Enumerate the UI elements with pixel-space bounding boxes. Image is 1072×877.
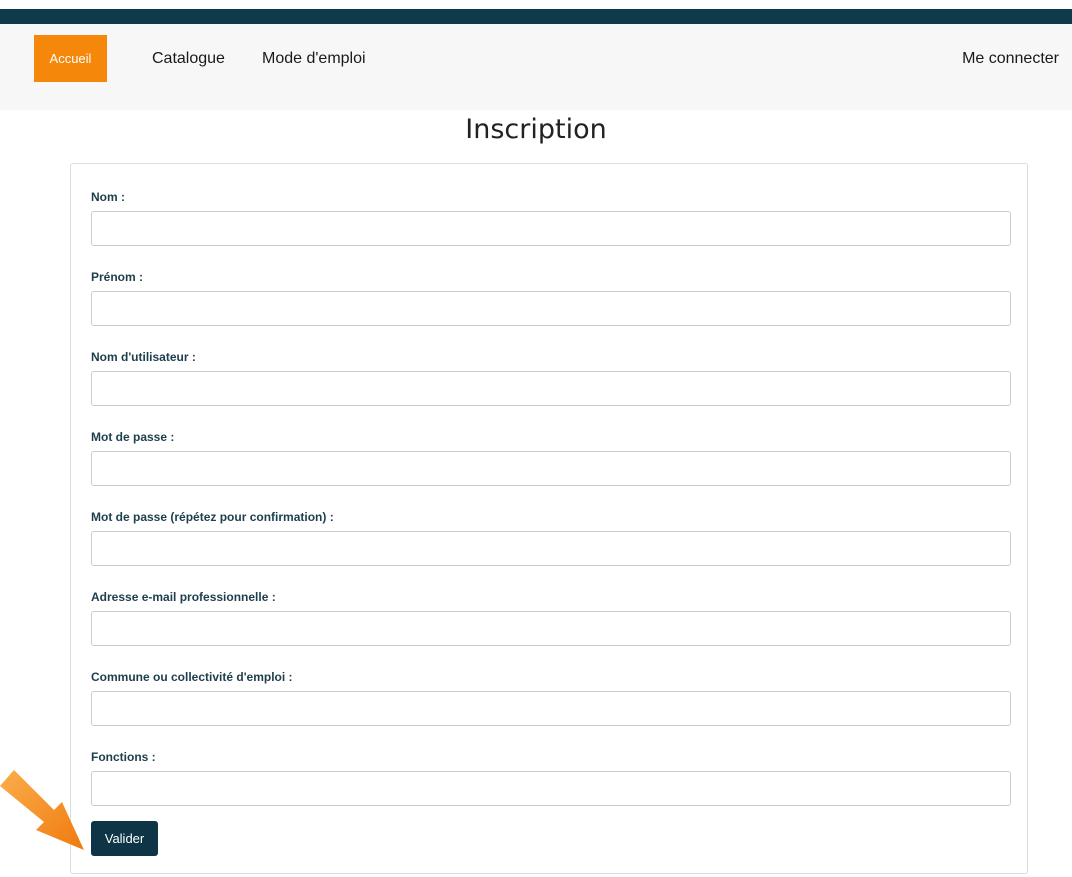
field-label-username: Nom d'utilisateur : [91, 350, 196, 364]
submit-button[interactable]: Valider [91, 821, 158, 856]
field-label-commune: Commune ou collectivité d'emploi : [91, 670, 293, 684]
prenom-input[interactable] [91, 291, 1011, 326]
field-label-password: Mot de passe : [91, 430, 175, 444]
pointer-arrow-icon [0, 770, 84, 850]
field-label-nom: Nom : [91, 190, 125, 204]
username-input[interactable] [91, 371, 1011, 406]
field-label-password-confirm: Mot de passe (répétez pour confirmation)… [91, 510, 334, 524]
nav-item-mode-emploi[interactable]: Mode d'emploi [262, 35, 366, 82]
field-label-email: Adresse e-mail professionnelle : [91, 590, 276, 604]
page-title: Inscription [465, 114, 607, 145]
field-label-fonctions: Fonctions : [91, 750, 156, 764]
nav-item-catalogue[interactable]: Catalogue [152, 35, 225, 82]
commune-input[interactable] [91, 691, 1011, 726]
email-input[interactable] [91, 611, 1011, 646]
fonctions-input[interactable] [91, 771, 1011, 806]
navbar: Accueil Catalogue Mode d'emploi Me conne… [0, 24, 1072, 110]
field-label-prenom: Prénom : [91, 270, 144, 284]
registration-form: Nom : Prénom : Nom d'utilisateur : Mot d… [70, 163, 1028, 874]
login-link[interactable]: Me connecter [962, 35, 1059, 82]
nav-item-accueil[interactable]: Accueil [34, 35, 107, 82]
password-confirm-input[interactable] [91, 531, 1011, 566]
password-input[interactable] [91, 451, 1011, 486]
nom-input[interactable] [91, 211, 1011, 246]
top-accent-bar [0, 9, 1072, 24]
